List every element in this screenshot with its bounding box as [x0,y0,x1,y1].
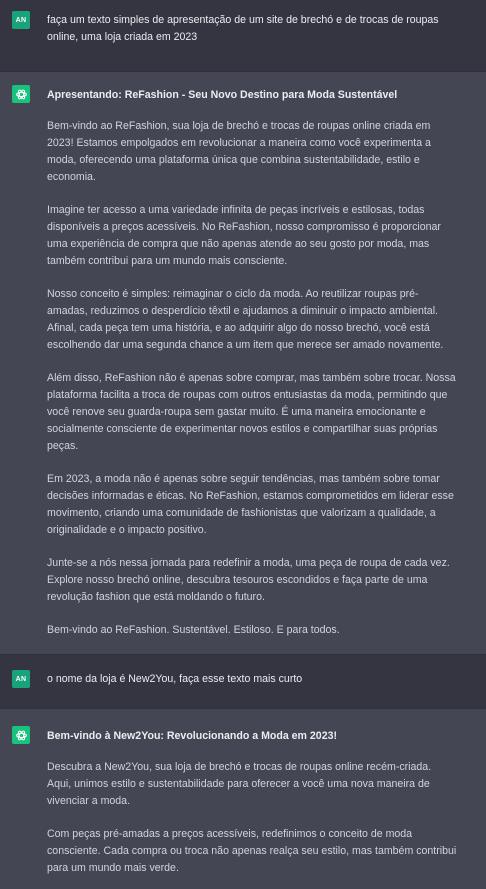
user-message: AN faça um texto simples de apresentação… [0,0,486,72]
user-avatar: AN [12,11,30,29]
assistant-paragraph: Junte-se a nós nessa jornada para redefi… [47,557,450,603]
user-message-text: faça um texto simples de apresentação de… [47,14,439,43]
assistant-paragraph: Bem-vindo ao ReFashion, sua loja de brec… [47,120,431,183]
user-message-text: o nome da loja é New2You, faça esse text… [47,673,303,685]
assistant-heading: Apresentando: ReFashion - Seu Novo Desti… [47,89,398,101]
assistant-paragraph: Além disso, ReFashion não é apenas sobre… [47,372,456,452]
assistant-message: Bem-vindo à New2You: Revolucionando a Mo… [0,709,486,889]
assistant-message: Apresentando: ReFashion - Seu Novo Desti… [0,72,486,655]
assistant-message-body: Bem-vindo à New2You: Revolucionando a Mo… [47,726,457,877]
openai-logo-icon [12,726,30,744]
assistant-message-body: Apresentando: ReFashion - Seu Novo Desti… [47,85,457,639]
assistant-heading: Bem-vindo à New2You: Revolucionando a Mo… [47,730,338,742]
assistant-paragraph: Descubra a New2You, sua loja de brechó e… [47,761,432,807]
user-avatar: AN [12,670,30,688]
assistant-paragraph: Imagine ter acesso a uma variedade infin… [47,204,441,267]
openai-logo-icon [12,85,30,103]
chat-thread: AN faça um texto simples de apresentação… [0,0,486,889]
assistant-paragraph: Em 2023, a moda não é apenas sobre segui… [47,473,454,536]
assistant-paragraph: Nosso conceito é simples: reimaginar o c… [47,288,444,351]
assistant-paragraph: Com peças pré-amadas a preços acessíveis… [47,828,457,874]
user-message: AN o nome da loja é New2You, faça esse t… [0,655,486,709]
assistant-paragraph: Bem-vindo ao ReFashion. Sustentável. Est… [47,624,340,636]
